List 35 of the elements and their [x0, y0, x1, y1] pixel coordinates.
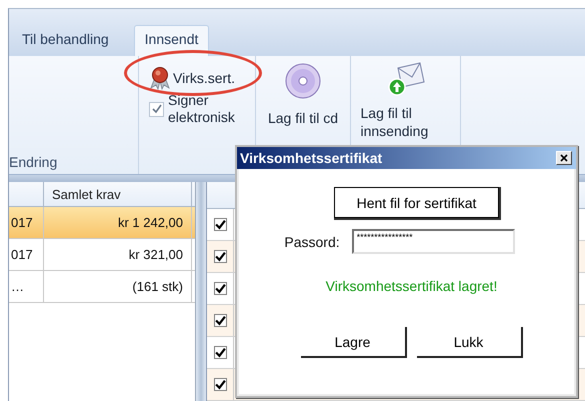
fetch-file-button[interactable]: Hent fil for sertifikat [334, 187, 499, 218]
column-header: Samlet krav [44, 182, 192, 206]
seal-icon [149, 66, 171, 90]
status-message: Virksomhetssertifikat lagret! [326, 278, 498, 294]
table-cell: kr 321,00 [44, 239, 192, 270]
password-field[interactable]: **************** [352, 229, 515, 254]
table-cell: 017 [9, 239, 44, 270]
checkbox[interactable] [214, 218, 226, 231]
close-button[interactable] [556, 151, 572, 165]
checkbox-label: Signer elektronisk [168, 92, 236, 126]
table-cell: (161 stk) [44, 271, 192, 302]
group-label: Endring [9, 154, 58, 170]
checkbox[interactable] [214, 250, 226, 263]
table-cell: 017 [9, 207, 44, 238]
dialog-button[interactable]: Lukk [416, 327, 522, 358]
dialog-button[interactable]: Lagre [300, 327, 406, 358]
table-row[interactable]: 017 kr 321,00 [9, 239, 195, 271]
envelope-upload-icon [386, 62, 426, 96]
checkbox[interactable] [214, 314, 226, 327]
field-label: Passord: [284, 234, 340, 250]
dialog-title: Virksomhetssertifikat [240, 150, 382, 166]
send-file-button[interactable]: Lag fil til innsending [360, 62, 450, 140]
tab[interactable]: Til behandling [11, 25, 120, 56]
table-cell: kr 1 242,00 [44, 207, 192, 238]
checkbox[interactable] [214, 378, 226, 391]
table-row[interactable]: … (161 stk) [9, 271, 195, 303]
certificate-button[interactable]: Virks.sert. [149, 66, 235, 90]
tab[interactable]: Innsendt [134, 25, 210, 56]
checkbox[interactable] [214, 346, 226, 359]
close-icon [560, 154, 568, 162]
table-row[interactable]: 017 kr 1 242,00 [9, 207, 195, 239]
cd-button[interactable]: Lag fil til cd [268, 62, 338, 126]
cd-icon [284, 62, 322, 100]
checkbox[interactable] [214, 282, 226, 295]
table-cell: … [9, 271, 44, 302]
